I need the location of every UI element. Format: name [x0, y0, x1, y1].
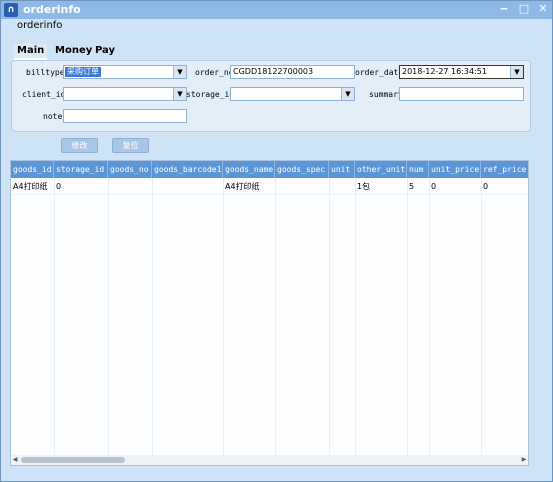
cell-goods-id[interactable]: A4打印纸: [11, 179, 54, 194]
column-header-ref-price[interactable]: ref_price: [481, 161, 528, 178]
close-icon[interactable]: ✕: [536, 2, 550, 16]
order-date-value: 2018-12-27 16:34:51: [402, 67, 487, 76]
scrollbar-thumb[interactable]: [21, 457, 125, 463]
column-header-goods-spec[interactable]: goods_spec: [275, 161, 329, 178]
billtype-label: billtype: [26, 68, 65, 77]
app-logo-icon: ∩: [4, 3, 18, 17]
main-form: billtype 采购订单 ▼ order_no CGDD18122700003…: [11, 60, 531, 132]
column-header-unit[interactable]: unit: [329, 161, 355, 178]
modify-button[interactable]: 修改: [61, 138, 98, 153]
table-row[interactable]: A4打印纸 0 A4打印纸 1包 5 0 0: [11, 179, 528, 194]
storage-id-label: storage_id: [186, 90, 235, 99]
panel-title: orderinfo: [17, 20, 63, 31]
calendar-dropdown-icon[interactable]: ▼: [510, 66, 523, 78]
column-divider: [481, 178, 482, 456]
column-header-goods-id[interactable]: goods_id: [11, 161, 54, 178]
order-no-label: order_no: [195, 68, 234, 77]
tab-pay[interactable]: Pay: [92, 44, 118, 60]
cell-unit[interactable]: [329, 179, 355, 194]
column-divider: [355, 178, 356, 456]
cell-goods-spec[interactable]: [275, 179, 329, 194]
column-header-goods-barcode1[interactable]: goods_barcode1: [152, 161, 223, 178]
cell-goods-barcode1[interactable]: [152, 179, 223, 194]
column-divider: [407, 178, 408, 456]
minimize-icon[interactable]: ‒: [497, 2, 511, 16]
column-divider: [152, 178, 153, 456]
cell-other-unit[interactable]: 1包: [355, 179, 407, 194]
column-header-unit-price[interactable]: unit_price: [429, 161, 481, 178]
cell-ref-price[interactable]: 0: [481, 179, 528, 194]
chevron-down-icon[interactable]: ▼: [173, 66, 186, 78]
column-header-other-unit[interactable]: other_unit: [355, 161, 407, 178]
billtype-value: 采购订单: [65, 67, 101, 77]
billtype-select[interactable]: 采购订单 ▼: [63, 65, 187, 79]
order-no-field[interactable]: CGDD18122700003: [230, 65, 355, 79]
order-date-field[interactable]: 2018-12-27 16:34:51 ▼: [399, 65, 524, 79]
row-separator: [11, 194, 528, 195]
goods-table: goods_id storage_id goods_no goods_barco…: [10, 160, 529, 466]
column-divider: [108, 178, 109, 456]
scroll-left-icon[interactable]: ◀: [11, 455, 19, 465]
orderinfo-window: ∩ orderinfo ‒ □ ✕ orderinfo Main Money P…: [0, 0, 553, 482]
chevron-down-icon[interactable]: ▼: [173, 88, 186, 100]
horizontal-scrollbar[interactable]: ◀ ▶: [11, 455, 528, 465]
column-header-goods-name[interactable]: goods_name: [223, 161, 275, 178]
cell-storage-id[interactable]: 0: [54, 179, 108, 194]
cell-unit-price[interactable]: 0: [429, 179, 481, 194]
title-bar[interactable]: ∩ orderinfo ‒ □ ✕: [1, 1, 552, 19]
summary-field[interactable]: [399, 87, 524, 101]
window-title: orderinfo: [23, 3, 81, 16]
column-divider: [329, 178, 330, 456]
column-header-storage-id[interactable]: storage_id: [54, 161, 108, 178]
scroll-right-icon[interactable]: ▶: [520, 455, 528, 465]
column-divider: [275, 178, 276, 456]
reset-button[interactable]: 复位: [112, 138, 149, 153]
tab-money[interactable]: Money: [52, 44, 95, 60]
column-header-num[interactable]: num: [407, 161, 429, 178]
client-id-label: client_id: [22, 90, 66, 99]
order-date-label: order_date: [355, 68, 404, 77]
table-header: goods_id storage_id goods_no goods_barco…: [11, 161, 528, 178]
column-divider: [429, 178, 430, 456]
chevron-down-icon[interactable]: ▼: [341, 88, 354, 100]
summary-label: summary: [369, 90, 403, 99]
cell-num[interactable]: 5: [407, 179, 429, 194]
storage-id-select[interactable]: ▼: [230, 87, 355, 101]
column-divider: [54, 178, 55, 456]
client-id-select[interactable]: ▼: [63, 87, 187, 101]
column-divider: [223, 178, 224, 456]
cell-goods-no[interactable]: [108, 179, 152, 194]
cell-goods-name[interactable]: A4打印纸: [223, 179, 275, 194]
note-label: note: [43, 112, 63, 121]
maximize-icon[interactable]: □: [517, 2, 531, 16]
tab-main[interactable]: Main: [14, 44, 48, 60]
note-field[interactable]: [63, 109, 187, 123]
column-header-goods-no[interactable]: goods_no: [108, 161, 152, 178]
